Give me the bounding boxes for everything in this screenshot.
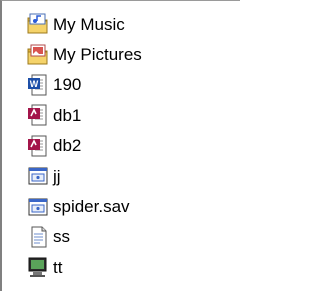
- item-label: 190: [53, 75, 82, 95]
- access-database-icon: [26, 103, 50, 127]
- item-label: spider.sav: [53, 197, 130, 217]
- item-label: jj: [53, 166, 61, 186]
- item-label: My Music: [53, 14, 125, 34]
- item-label: db2: [53, 136, 82, 156]
- svg-text:W: W: [30, 79, 39, 89]
- list-item-jj[interactable]: jj: [26, 161, 142, 191]
- application-file-icon: [26, 164, 50, 188]
- item-label: ss: [53, 227, 70, 247]
- item-label: db1: [53, 105, 82, 125]
- program-file-icon: [26, 255, 50, 279]
- file-list-panel: My Music My Pictures W 190 db1 db2 jj sp…: [0, 0, 240, 291]
- music-folder-icon: [26, 12, 50, 36]
- file-list: My Music My Pictures W 190 db1 db2 jj sp…: [26, 9, 142, 283]
- word-document-icon: W: [26, 73, 50, 97]
- item-label: tt: [53, 257, 63, 277]
- list-item-tt[interactable]: tt: [26, 252, 142, 282]
- list-item-ss[interactable]: ss: [26, 222, 142, 252]
- text-file-icon: [26, 225, 50, 249]
- list-item-db1[interactable]: db1: [26, 100, 142, 130]
- list-item-my-music[interactable]: My Music: [26, 9, 142, 39]
- list-item-190[interactable]: W 190: [26, 70, 142, 100]
- list-item-spider-sav[interactable]: spider.sav: [26, 191, 142, 221]
- pictures-folder-icon: [26, 43, 50, 67]
- item-label: My Pictures: [53, 45, 142, 65]
- access-database-icon: [26, 134, 50, 158]
- list-item-db2[interactable]: db2: [26, 131, 142, 161]
- application-file-icon: [26, 195, 50, 219]
- list-item-my-pictures[interactable]: My Pictures: [26, 39, 142, 69]
